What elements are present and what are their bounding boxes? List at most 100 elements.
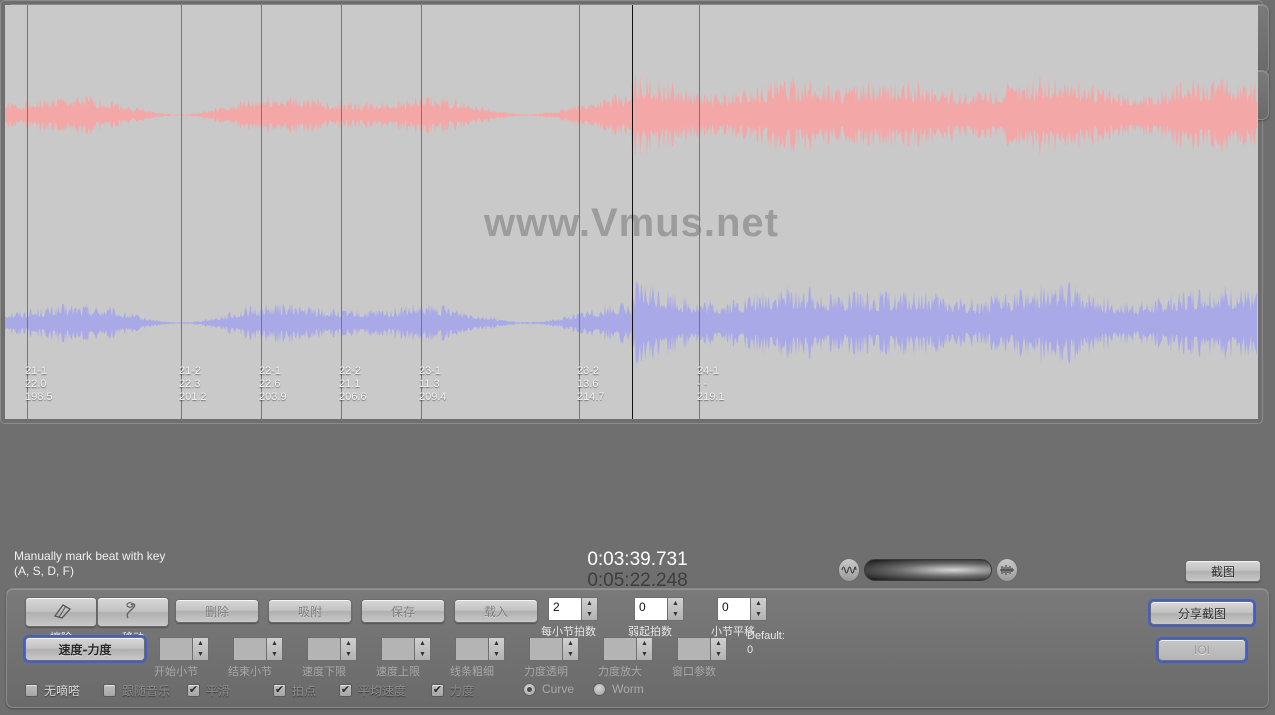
start-bar-label: 开始小节	[154, 665, 198, 678]
velocity-zoom-value[interactable]	[603, 637, 636, 661]
stepper-up[interactable]: ▲	[267, 638, 282, 649]
window-param-stepper[interactable]: ▲ ▼	[677, 637, 727, 661]
stepper-down[interactable]: ▼	[341, 649, 356, 660]
volume-track[interactable]	[864, 559, 992, 581]
beats-per-bar-stepper[interactable]: 2 ▲ ▼	[548, 597, 598, 621]
line-width-stepper[interactable]: ▲ ▼	[455, 637, 505, 661]
stepper-down[interactable]: ▼	[193, 649, 208, 660]
waveform-path	[5, 73, 1257, 157]
stepper-arrows[interactable]: ▲ ▼	[340, 637, 357, 661]
end-bar-stepper[interactable]: ▲ ▼	[233, 637, 283, 661]
line-width-value[interactable]	[455, 637, 488, 661]
move-tool-button[interactable]	[97, 597, 169, 627]
volume-slider[interactable]	[838, 557, 1018, 583]
stepper-down[interactable]: ▼	[711, 649, 726, 660]
stepper-up[interactable]: ▲	[711, 638, 726, 649]
radio-curve[interactable]: Curve	[523, 682, 574, 696]
beat-line[interactable]	[181, 5, 182, 419]
checkbox-box	[103, 684, 116, 697]
start-bar-stepper[interactable]: ▲ ▼	[159, 637, 209, 661]
beat-line[interactable]	[699, 5, 700, 419]
checkbox-box: ✔	[273, 684, 286, 697]
stepper-down[interactable]: ▼	[489, 649, 504, 660]
stepper-arrows[interactable]: ▲ ▼	[667, 597, 684, 621]
stepper-arrows[interactable]: ▲ ▼	[581, 597, 598, 621]
checkbox-beat[interactable]: ✔ 拍点	[273, 682, 316, 699]
bar-shift-stepper[interactable]: 0 ▲ ▼	[717, 597, 767, 621]
stepper-up[interactable]: ▲	[341, 638, 356, 649]
playhead[interactable]	[632, 5, 633, 419]
snap-button[interactable]: 吸附	[268, 599, 352, 623]
default-value-label: Default: 0	[747, 629, 785, 657]
load-button[interactable]: 载入	[454, 599, 538, 623]
checkbox-velocity[interactable]: ✔ 力度	[431, 682, 474, 699]
delete-button[interactable]: 删除	[175, 599, 259, 623]
stepper-up[interactable]: ▲	[668, 598, 683, 609]
stepper-up[interactable]: ▲	[637, 638, 652, 649]
stepper-down[interactable]: ▼	[563, 649, 578, 660]
checkbox-no-tick[interactable]: 无嘀嗒	[25, 682, 80, 699]
checkbox-avg-tempo[interactable]: ✔ 平均速度	[339, 682, 406, 699]
stepper-down[interactable]: ▼	[582, 609, 597, 620]
stepper-down[interactable]: ▼	[637, 649, 652, 660]
stepper-up[interactable]: ▲	[489, 638, 504, 649]
tempo-velocity-button[interactable]: 速度-力度	[25, 637, 145, 661]
tempo-min-stepper[interactable]: ▲ ▼	[307, 637, 357, 661]
stepper-up[interactable]: ▲	[193, 638, 208, 649]
beat-line[interactable]	[579, 5, 580, 419]
beat-label-time: 219.1	[697, 391, 725, 403]
beat-line[interactable]	[421, 5, 422, 419]
move-icon	[122, 601, 144, 624]
beat-line[interactable]	[261, 5, 262, 419]
radio-worm[interactable]: Worm	[593, 682, 644, 696]
stepper-up[interactable]: ▲	[563, 638, 578, 649]
velocity-alpha-value[interactable]	[529, 637, 562, 661]
stepper-arrows[interactable]: ▲ ▼	[414, 637, 431, 661]
beat-label: 22-2 21.1 206.6	[339, 365, 367, 404]
checkbox-follow-music[interactable]: 跟随音乐	[103, 682, 170, 699]
stepper-down[interactable]: ▼	[751, 609, 766, 620]
share-snapshot-button[interactable]: 分享截图	[1150, 601, 1254, 625]
beat-line[interactable]	[341, 5, 342, 419]
save-button[interactable]: 保存	[361, 599, 445, 623]
checkbox-box: ✔	[431, 684, 444, 697]
bar-shift-value[interactable]: 0	[717, 597, 750, 621]
beat-line[interactable]	[27, 5, 28, 419]
snapshot-button[interactable]: 截图	[1185, 560, 1261, 582]
velocity-zoom-stepper[interactable]: ▲ ▼	[603, 637, 653, 661]
end-bar-value[interactable]	[233, 637, 266, 661]
stepper-arrows[interactable]: ▲ ▼	[710, 637, 727, 661]
waveform-display[interactable]: www.Vmus.net 21-1 22.0 198.5 21-2 22.3 201.2 2…	[5, 5, 1258, 419]
stepper-arrows[interactable]: ▲ ▼	[266, 637, 283, 661]
velocity-alpha-stepper[interactable]: ▲ ▼	[529, 637, 579, 661]
beat-label-tempo: 11.3	[419, 378, 440, 390]
stepper-arrows[interactable]: ▲ ▼	[636, 637, 653, 661]
stepper-down[interactable]: ▼	[415, 649, 430, 660]
beat-label: 24-1- -219.1	[697, 365, 725, 404]
stepper-up[interactable]: ▲	[582, 598, 597, 609]
stepper-up[interactable]: ▲	[751, 598, 766, 609]
stepper-arrows[interactable]: ▲ ▼	[488, 637, 505, 661]
stepper-down[interactable]: ▼	[668, 609, 683, 620]
stepper-arrows[interactable]: ▲ ▼	[192, 637, 209, 661]
ioi-button[interactable]: IOI	[1158, 639, 1246, 661]
beat-label: 21-1 22.0 198.5	[25, 365, 53, 404]
velocity-alpha-label: 力度透明	[524, 665, 568, 678]
beats-per-bar-value[interactable]: 2	[548, 597, 581, 621]
window-param-value[interactable]	[677, 637, 710, 661]
tempo-max-value[interactable]	[381, 637, 414, 661]
start-bar-value[interactable]	[159, 637, 192, 661]
checkbox-smooth[interactable]: ✔ 平滑	[187, 682, 230, 699]
tempo-min-value[interactable]	[307, 637, 340, 661]
stepper-arrows[interactable]: ▲ ▼	[750, 597, 767, 621]
beat-label-id: 23-1	[419, 365, 442, 377]
stepper-down[interactable]: ▼	[267, 649, 282, 660]
eraser-icon	[49, 602, 73, 623]
pickup-beats-stepper[interactable]: 0 ▲ ▼	[634, 597, 684, 621]
stepper-up[interactable]: ▲	[415, 638, 430, 649]
eraser-tool-button[interactable]	[25, 597, 97, 627]
tempo-max-stepper[interactable]: ▲ ▼	[381, 637, 431, 661]
stepper-arrows[interactable]: ▲ ▼	[562, 637, 579, 661]
pickup-beats-value[interactable]: 0	[634, 597, 667, 621]
beat-label-group: 21-1 22.0 198.5 21-2 22.3 201.2 22-1 22.6 203.9 2…	[13, 365, 1258, 413]
